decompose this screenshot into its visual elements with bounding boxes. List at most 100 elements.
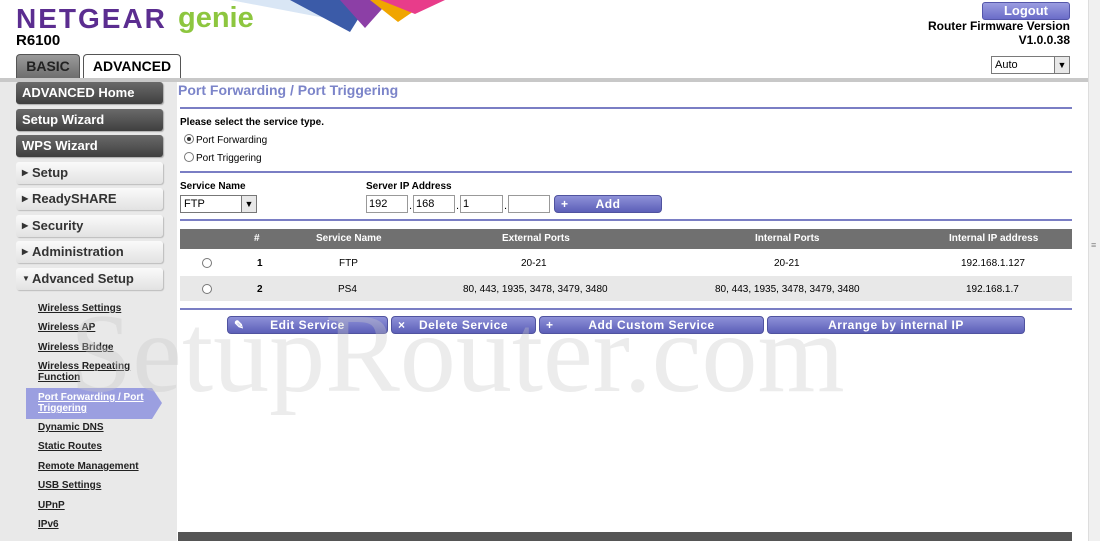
edit-service-button[interactable]: ✎ Edit Service bbox=[227, 316, 388, 334]
column-header: Service Name bbox=[316, 233, 382, 244]
sidebar-subitem-dynamic-dns[interactable]: Dynamic DNS bbox=[38, 422, 104, 433]
ip-octet-3-input[interactable]: 1 bbox=[460, 195, 503, 213]
table-cell: 80, 443, 1935, 3478, 3479, 3480 bbox=[715, 284, 860, 295]
firmware-label: Router Firmware Version bbox=[927, 19, 1070, 33]
sidebar-subitem-remote-management[interactable]: Remote Management bbox=[38, 461, 139, 472]
server-ip-label: Server IP Address bbox=[366, 181, 452, 192]
firmware-version: V1.0.0.38 bbox=[1018, 33, 1070, 47]
page-title: Port Forwarding / Port Triggering bbox=[178, 82, 399, 98]
sidebar-item-setup-wizard[interactable]: Setup Wizard bbox=[16, 109, 163, 131]
sidebar-subitem-wireless-bridge[interactable]: Wireless Bridge bbox=[38, 342, 114, 353]
sidebar-subitem-wireless-ap[interactable]: Wireless AP bbox=[38, 322, 95, 333]
sidebar-item-advanced-home[interactable]: ADVANCED Home bbox=[16, 82, 163, 104]
sidebar-item-label: Setup bbox=[32, 165, 69, 180]
sidebar-item-advanced-setup[interactable]: ▼ Advanced Setup bbox=[16, 268, 163, 290]
table-cell: 20-21 bbox=[521, 258, 547, 269]
plus-icon: + bbox=[546, 318, 554, 332]
chevron-down-icon: ▼ bbox=[241, 196, 256, 212]
table-header: # Service Name External Ports Internal P… bbox=[180, 229, 1072, 249]
netgear-logo: NETGEAR bbox=[16, 3, 167, 34]
table-cell: 1 bbox=[257, 258, 263, 269]
divider bbox=[180, 219, 1072, 221]
tab-advanced[interactable]: ADVANCED bbox=[83, 54, 181, 78]
table-cell: 192.168.1.7 bbox=[966, 284, 1019, 295]
triangle-right-icon: ▶ bbox=[22, 168, 29, 177]
sidebar-subitem-wireless-settings[interactable]: Wireless Settings bbox=[38, 303, 121, 314]
service-name-label: Service Name bbox=[180, 181, 246, 192]
column-header: Internal Ports bbox=[755, 233, 820, 244]
arrange-by-ip-label: Arrange by internal IP bbox=[828, 318, 964, 332]
close-icon: × bbox=[398, 318, 406, 332]
sidebar-subitem-upnp[interactable]: UPnP bbox=[38, 500, 65, 511]
sidebar-subitem-wireless-repeating[interactable]: Wireless Repeating Function bbox=[38, 361, 148, 383]
column-header: External Ports bbox=[502, 233, 570, 244]
logout-button[interactable]: Logout bbox=[982, 2, 1070, 20]
ip-octet-2-input[interactable]: 168 bbox=[413, 195, 455, 213]
edit-service-label: Edit Service bbox=[270, 318, 345, 332]
sidebar-item-readyshare[interactable]: ▶ ReadySHARE bbox=[16, 188, 163, 210]
sidebar-subitem-port-forwarding[interactable]: Port Forwarding / Port Triggering bbox=[38, 392, 150, 414]
triangle-right-icon: ▶ bbox=[22, 221, 29, 230]
service-name-value: FTP bbox=[184, 198, 205, 210]
column-header: Internal IP address bbox=[949, 233, 1039, 244]
row-select-radio[interactable] bbox=[202, 258, 212, 268]
tab-basic[interactable]: BASIC bbox=[16, 54, 80, 78]
sidebar-item-wps-wizard[interactable]: WPS Wizard bbox=[16, 135, 163, 157]
port-forwarding-radio[interactable] bbox=[184, 134, 194, 144]
ip-separator: . bbox=[409, 200, 413, 212]
sidebar-item-administration[interactable]: ▶ Administration bbox=[16, 241, 163, 263]
triangle-down-icon: ▼ bbox=[22, 274, 30, 283]
table-cell: 80, 443, 1935, 3478, 3479, 3480 bbox=[463, 284, 608, 295]
sidebar-subitem-usb-settings[interactable]: USB Settings bbox=[38, 480, 101, 491]
divider bbox=[180, 171, 1072, 173]
row-select-radio[interactable] bbox=[202, 284, 212, 294]
sidebar-item-security[interactable]: ▶ Security bbox=[16, 215, 163, 237]
add-custom-service-button[interactable]: + Add Custom Service bbox=[539, 316, 764, 334]
port-triggering-label: Port Triggering bbox=[196, 153, 262, 164]
sidebar-item-label: Advanced Setup bbox=[32, 271, 134, 286]
column-header: # bbox=[254, 233, 260, 244]
model-name: R6100 bbox=[16, 32, 61, 49]
table-row: 2 PS4 80, 443, 1935, 3478, 3479, 3480 80… bbox=[180, 276, 1072, 301]
port-triggering-radio[interactable] bbox=[184, 152, 194, 162]
ip-octet-4-input[interactable] bbox=[508, 195, 550, 213]
table-cell: FTP bbox=[339, 258, 358, 269]
language-select[interactable]: Auto ▼ bbox=[991, 56, 1070, 74]
active-item-pointer bbox=[152, 388, 162, 419]
delete-service-button[interactable]: × Delete Service bbox=[391, 316, 536, 334]
add-custom-service-label: Add Custom Service bbox=[588, 318, 715, 332]
divider bbox=[180, 308, 1072, 310]
ip-octet-1-input[interactable]: 192 bbox=[366, 195, 408, 213]
chevron-down-icon: ▼ bbox=[1054, 57, 1069, 73]
table-cell: 192.168.1.127 bbox=[961, 258, 1025, 269]
sidebar-item-label: ReadySHARE bbox=[32, 191, 117, 206]
triangle-right-icon: ▶ bbox=[22, 247, 29, 256]
vertical-scrollbar[interactable]: ≡ bbox=[1088, 0, 1100, 541]
language-value: Auto bbox=[995, 59, 1018, 71]
sidebar-subitem-static-routes[interactable]: Static Routes bbox=[38, 441, 102, 452]
table-row: 1 FTP 20-21 20-21 192.168.1.127 bbox=[180, 250, 1072, 275]
sidebar-item-setup[interactable]: ▶ Setup bbox=[16, 162, 163, 184]
divider bbox=[180, 107, 1072, 109]
delete-service-label: Delete Service bbox=[418, 318, 509, 332]
scroll-grip-icon: ≡ bbox=[1091, 240, 1097, 250]
plus-icon: + bbox=[561, 197, 569, 211]
sidebar-item-label: Security bbox=[32, 218, 84, 233]
table-cell: PS4 bbox=[338, 284, 357, 295]
service-name-select[interactable]: FTP ▼ bbox=[180, 195, 257, 213]
help-center-bar[interactable] bbox=[178, 532, 1072, 541]
table-cell: 2 bbox=[257, 284, 263, 295]
sidebar-item-label: Administration bbox=[32, 244, 124, 259]
triangle-right-icon: ▶ bbox=[22, 194, 29, 203]
ip-separator: . bbox=[456, 200, 460, 212]
sidebar-subitem-ipv6[interactable]: IPv6 bbox=[38, 519, 59, 530]
page: NETGEAR genie R6100 Logout Router Firmwa… bbox=[0, 0, 1100, 541]
add-button[interactable]: + Add bbox=[554, 195, 662, 213]
port-forwarding-label: Port Forwarding bbox=[196, 135, 268, 146]
pencil-icon: ✎ bbox=[234, 318, 245, 332]
banner-graphic bbox=[230, 0, 445, 32]
service-type-prompt: Please select the service type. bbox=[180, 117, 324, 128]
ip-separator: . bbox=[504, 200, 508, 212]
add-button-label: Add bbox=[595, 197, 621, 211]
arrange-by-ip-button[interactable]: Arrange by internal IP bbox=[767, 316, 1025, 334]
